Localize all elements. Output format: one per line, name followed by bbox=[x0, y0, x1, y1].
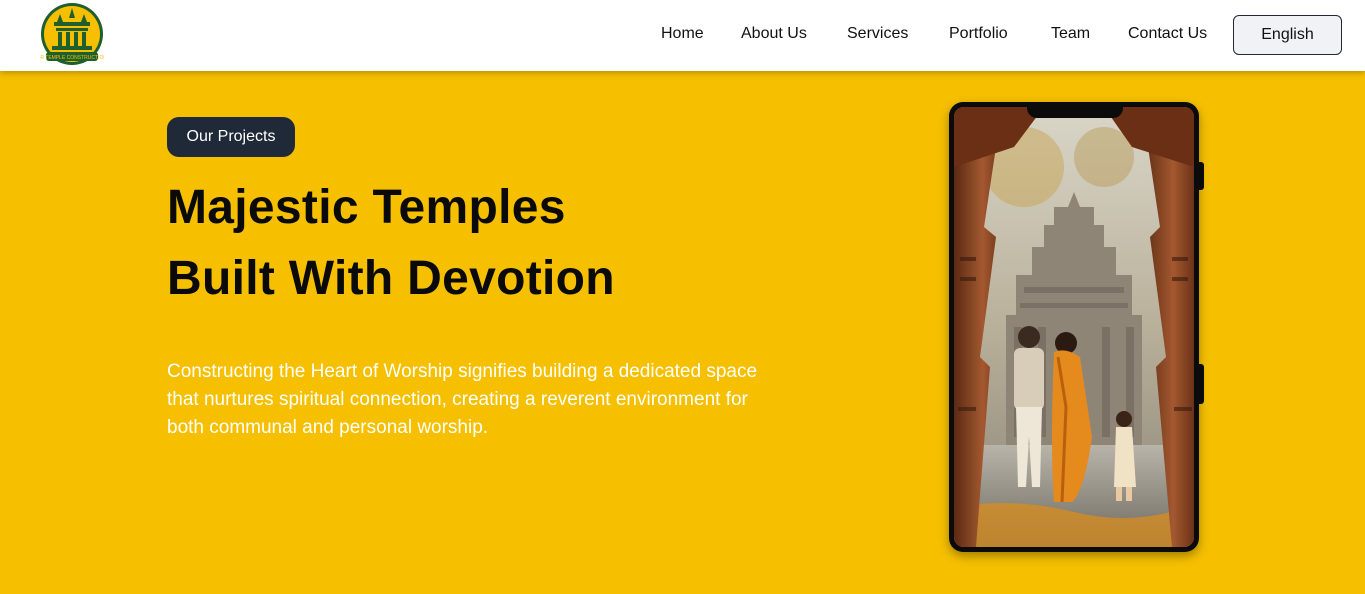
nav-home[interactable]: Home bbox=[661, 24, 704, 44]
temple-family-image bbox=[954, 107, 1194, 547]
hero-title-line2: Built With Devotion bbox=[167, 252, 615, 305]
phone-side-button bbox=[1199, 364, 1204, 404]
projects-badge[interactable]: Our Projects bbox=[167, 117, 295, 157]
phone-side-button bbox=[1199, 162, 1204, 190]
nav-team[interactable]: Team bbox=[1051, 24, 1090, 44]
nav-services[interactable]: Services bbox=[847, 24, 908, 44]
hero-title-line1: Majestic Temples bbox=[167, 181, 566, 234]
temple-logo[interactable]: SR TEMPLE CONSTRUCTION bbox=[40, 2, 104, 65]
nav-about-us[interactable]: About Us bbox=[741, 24, 807, 44]
hero-description: Constructing the Heart of Worship signif… bbox=[167, 361, 758, 438]
svg-text:SR TEMPLE CONSTRUCTION: SR TEMPLE CONSTRUCTION bbox=[40, 55, 104, 61]
phone-notch bbox=[1027, 102, 1123, 118]
nav-portfolio[interactable]: Portfolio bbox=[949, 24, 1008, 44]
language-button[interactable]: English bbox=[1233, 15, 1342, 55]
phone-mockup bbox=[949, 102, 1204, 552]
nav-contact-us[interactable]: Contact Us bbox=[1128, 24, 1207, 44]
navbar: SR TEMPLE CONSTRUCTION Home About Us Ser… bbox=[0, 0, 1365, 71]
